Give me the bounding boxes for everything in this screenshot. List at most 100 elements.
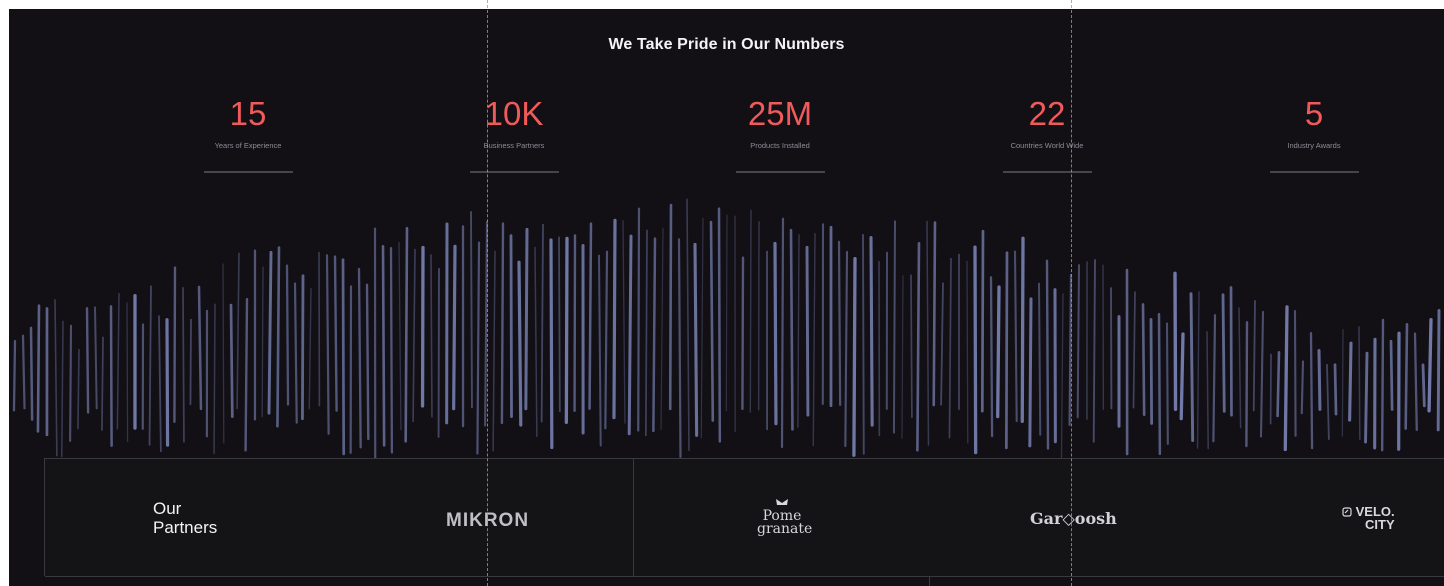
light-streak [189, 318, 192, 406]
stat-years: 15 Years of Experience [158, 95, 338, 173]
light-streak [837, 240, 842, 407]
partners-title: Our Partners [153, 499, 217, 537]
light-streak [1076, 264, 1080, 419]
light-streak [404, 226, 409, 443]
light-streak [1020, 236, 1025, 424]
velocity-logo[interactable]: VELO. CITY [1342, 505, 1395, 531]
stat-awards: 5 Industry Awards [1224, 95, 1404, 173]
partners-bottom-border [45, 576, 1444, 577]
light-streak [1283, 305, 1289, 452]
light-streak [61, 320, 64, 458]
light-streak [717, 207, 722, 443]
light-streak [549, 238, 554, 450]
light-streak [1132, 291, 1136, 409]
light-streak [926, 220, 930, 446]
light-streak [1028, 297, 1033, 448]
stat-value: 22 [1028, 95, 1066, 132]
stat-label: Industry Awards [1287, 141, 1341, 150]
light-streak [229, 303, 234, 418]
garnoosh-logo[interactable]: Gar◇oosh [1030, 509, 1117, 528]
light-streak [222, 263, 225, 444]
light-streak [36, 304, 41, 433]
light-streak [276, 246, 281, 428]
light-streak [1364, 351, 1369, 444]
light-streak [29, 326, 34, 421]
light-streak [244, 297, 249, 452]
light-streak [598, 254, 602, 447]
light-streak [341, 258, 346, 456]
light-streak [749, 209, 752, 413]
light-streak [1293, 309, 1297, 437]
light-streak [1317, 349, 1322, 411]
light-streak [325, 254, 330, 435]
partners-title-line1: Our [153, 499, 182, 518]
light-streak [916, 241, 921, 452]
light-streak [500, 222, 505, 425]
light-streak [492, 250, 496, 452]
light-streak [12, 339, 17, 412]
light-streak [1013, 250, 1018, 423]
stat-label: Products Installed [750, 141, 810, 150]
light-streak [1326, 363, 1330, 440]
light-streak [622, 219, 626, 424]
light-streak [389, 246, 394, 454]
light-streak [109, 305, 113, 447]
light-streak [1413, 332, 1418, 431]
light-streak [1380, 318, 1385, 452]
light-streak [293, 282, 298, 424]
light-streak [1259, 310, 1265, 438]
pomegranate-logo[interactable]: Pome granate [757, 497, 813, 537]
light-streak [852, 257, 857, 457]
stat-underline [735, 171, 825, 173]
stat-label: Years of Experience [214, 141, 282, 150]
light-streak [1245, 321, 1249, 448]
guide-line-left [487, 0, 488, 586]
stat-underline [1002, 171, 1092, 173]
light-streak [1173, 271, 1178, 411]
pomegranate-logo-line2: granate [757, 521, 813, 537]
light-streak [709, 220, 715, 422]
light-streak [148, 285, 152, 446]
light-streak [69, 324, 73, 443]
light-streak [812, 232, 816, 447]
light-streak [677, 238, 682, 458]
guide-line-right [1071, 0, 1072, 586]
light-streak [1165, 322, 1169, 445]
light-streak [1341, 328, 1344, 437]
light-streak [668, 203, 673, 411]
light-streak [604, 250, 609, 430]
light-streak [901, 275, 904, 439]
light-streak [910, 274, 913, 419]
partners-divider [633, 459, 634, 576]
stat-underline [203, 171, 293, 173]
garnoosh-logo-text: Gar◇oosh [1030, 509, 1117, 528]
light-streak [1189, 292, 1195, 442]
light-streak [85, 307, 90, 414]
light-streak [869, 236, 874, 427]
light-streak [1045, 259, 1050, 450]
light-streak [470, 211, 473, 409]
light-streak [741, 256, 745, 411]
light-streak [1212, 314, 1217, 443]
section-title: We Take Pride in Our Numbers [608, 36, 845, 53]
light-streak [1196, 291, 1200, 449]
stat-value: 10K [484, 95, 544, 132]
light-streak [588, 222, 593, 411]
light-streak [966, 260, 969, 444]
light-streak [1238, 307, 1242, 429]
light-streak [862, 233, 865, 455]
light-streak [430, 254, 433, 418]
light-streak [1141, 303, 1146, 416]
light-streak [1206, 331, 1209, 450]
light-streak [540, 223, 544, 423]
light-streak [1005, 251, 1009, 450]
light-streak [54, 299, 58, 457]
light-streak [101, 336, 104, 431]
light-streak [116, 292, 120, 430]
light-streak [1149, 317, 1154, 425]
light-streak [534, 246, 538, 438]
light-streak [301, 274, 305, 421]
light-streak [637, 207, 641, 432]
light-streak [645, 229, 648, 437]
stat-underline [469, 171, 559, 173]
